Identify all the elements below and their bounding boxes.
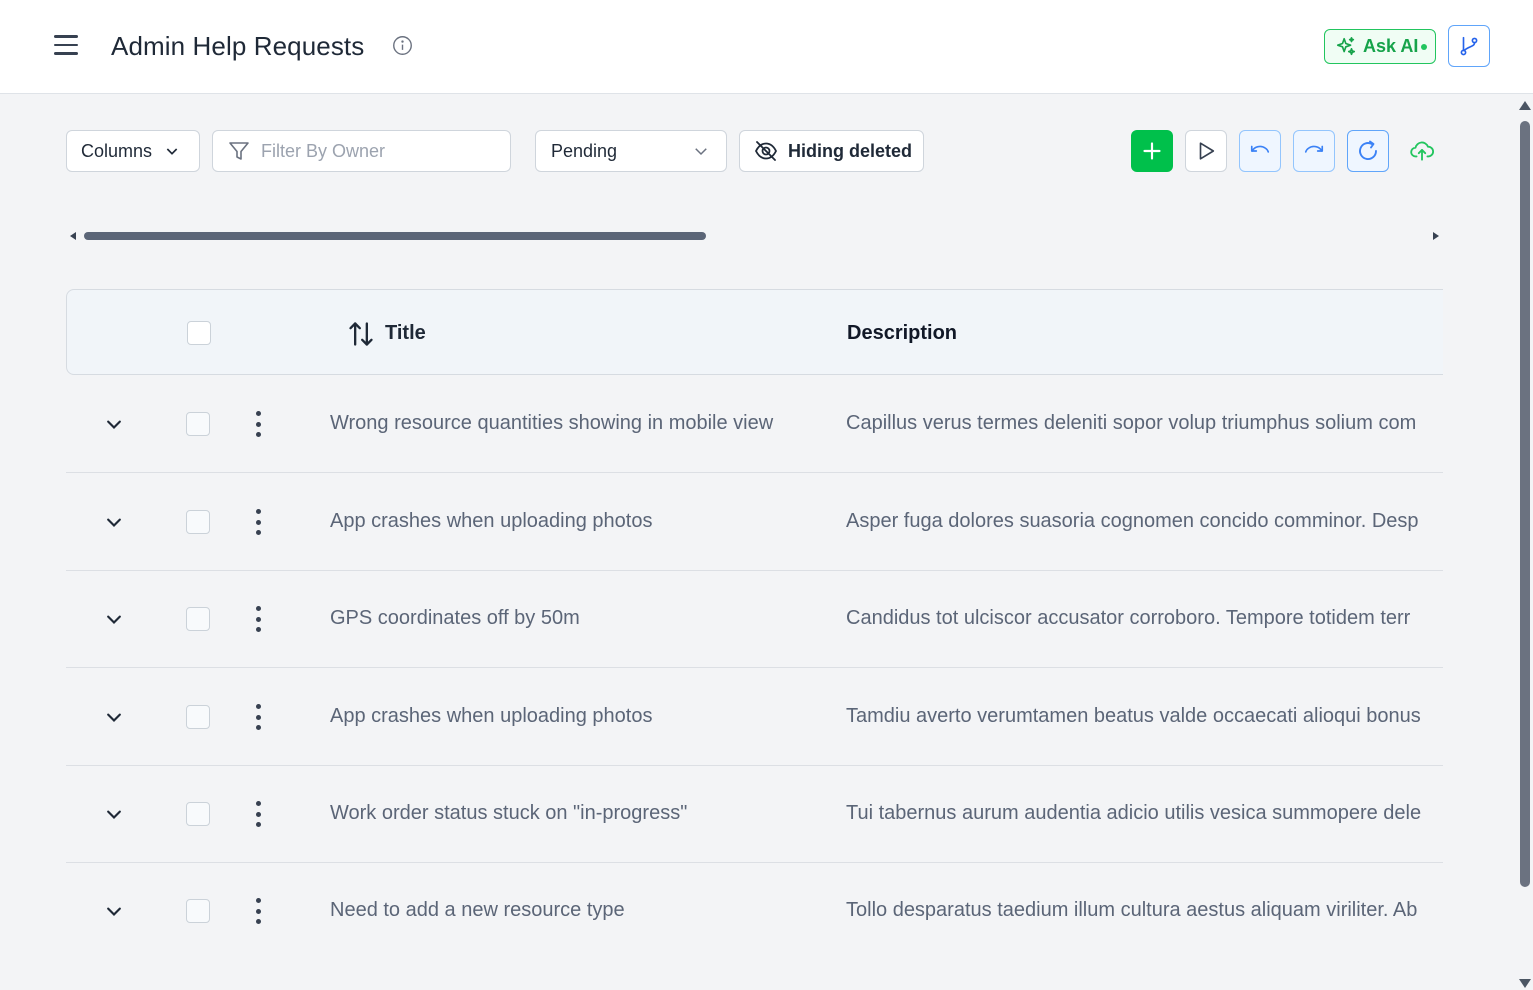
git-branch-icon — [1460, 36, 1478, 56]
ask-ai-button[interactable]: Ask AI — [1324, 29, 1436, 64]
row-title: App crashes when uploading photos — [330, 510, 653, 532]
menu-icon[interactable] — [54, 35, 78, 57]
table-row[interactable]: App crashes when uploading photos Tamdiu… — [66, 668, 1443, 766]
page-title: Admin Help Requests — [111, 31, 365, 61]
ask-ai-label: Ask AI — [1363, 36, 1419, 56]
more-options-icon[interactable] — [252, 898, 264, 924]
status-dot — [1421, 43, 1428, 50]
help-requests-table: Title Description Wrong resource quantit… — [66, 289, 1443, 990]
row-checkbox[interactable] — [186, 802, 210, 826]
scroll-up-arrow[interactable] — [1519, 101, 1531, 110]
redo-icon — [1304, 145, 1324, 153]
chevron-down-icon[interactable] — [104, 708, 124, 728]
scroll-down-arrow[interactable] — [1519, 979, 1531, 988]
row-checkbox[interactable] — [186, 899, 210, 923]
vertical-scroll-thumb[interactable] — [1520, 121, 1530, 887]
more-options-icon[interactable] — [252, 606, 264, 632]
more-options-icon[interactable] — [252, 411, 264, 437]
table-row[interactable]: Need to add a new resource type Tollo de… — [66, 862, 1443, 960]
row-checkbox[interactable] — [186, 607, 210, 631]
redo-button[interactable] — [1293, 130, 1335, 172]
upload-button[interactable] — [1401, 130, 1443, 172]
eye-off-icon — [754, 141, 778, 161]
more-options-icon[interactable] — [252, 509, 264, 535]
filter-by-owner-field[interactable] — [212, 130, 511, 172]
horizontal-scroll-thumb[interactable] — [84, 232, 706, 240]
columns-label: Columns — [81, 140, 153, 161]
scroll-right-arrow[interactable] — [1433, 232, 1439, 240]
undo-button[interactable] — [1239, 130, 1281, 172]
chevron-down-icon[interactable] — [104, 902, 124, 922]
sparkles-icon — [1336, 36, 1356, 55]
row-title: Wrong resource quantities showing in mob… — [330, 412, 774, 434]
scroll-left-arrow[interactable] — [70, 232, 76, 240]
add-button[interactable] — [1131, 130, 1173, 172]
row-title: GPS coordinates off by 50m — [330, 607, 580, 629]
column-header-description[interactable]: Description — [847, 322, 957, 345]
row-description: Tui tabernus aurum audentia adicio utili… — [846, 802, 1422, 824]
table-row[interactable]: App crashes when uploading photos Asper … — [66, 473, 1443, 571]
info-icon[interactable] — [392, 35, 413, 56]
row-checkbox[interactable] — [186, 510, 210, 534]
plus-icon — [1143, 142, 1161, 160]
hiding-deleted-label: Hiding deleted — [788, 140, 913, 161]
row-description: Tollo desparatus taedium illum cultura a… — [846, 899, 1418, 921]
sort-icon[interactable] — [347, 320, 375, 348]
row-checkbox[interactable] — [186, 412, 210, 436]
columns-button[interactable]: Columns — [66, 130, 200, 172]
status-select[interactable]: Pending — [535, 130, 727, 172]
hiding-deleted-toggle[interactable]: Hiding deleted — [739, 130, 924, 172]
refresh-icon — [1359, 140, 1377, 160]
run-button[interactable] — [1185, 130, 1227, 172]
row-description: Candidus tot ulciscor accusator corrobor… — [846, 607, 1411, 629]
chevron-down-icon[interactable] — [104, 415, 124, 435]
row-description: Asper fuga dolores suasoria cognomen con… — [846, 510, 1419, 532]
undo-icon — [1250, 145, 1270, 153]
chevron-down-icon — [166, 148, 178, 155]
chevron-down-icon — [695, 148, 707, 156]
more-options-icon[interactable] — [252, 704, 264, 730]
row-description: Capillus verus termes deleniti sopor vol… — [846, 412, 1417, 434]
chevron-down-icon[interactable] — [104, 513, 124, 533]
table-row[interactable]: GPS coordinates off by 50m Candidus tot … — [66, 570, 1443, 668]
table-row[interactable]: Work order status stuck on "in-progress"… — [66, 765, 1443, 863]
status-selected-value: Pending — [551, 140, 618, 161]
table-header: Title Description — [66, 289, 1443, 375]
column-header-title[interactable]: Title — [385, 322, 426, 345]
cloud-upload-icon — [1410, 141, 1434, 161]
row-description: Tamdiu averto verumtamen beatus valde oc… — [846, 705, 1421, 727]
more-options-icon[interactable] — [252, 801, 264, 827]
row-title: App crashes when uploading photos — [330, 705, 653, 727]
horizontal-scrollbar[interactable] — [66, 226, 1443, 246]
row-title: Work order status stuck on "in-progress" — [330, 802, 688, 824]
table-row[interactable]: Wrong resource quantities showing in mob… — [66, 375, 1443, 473]
refresh-button[interactable] — [1347, 130, 1389, 172]
top-bar: Admin Help Requests Ask AI — [0, 0, 1533, 94]
chevron-down-icon[interactable] — [104, 610, 124, 630]
row-checkbox[interactable] — [186, 705, 210, 729]
git-branch-button[interactable] — [1448, 25, 1490, 67]
row-title: Need to add a new resource type — [330, 899, 625, 921]
filter-icon — [229, 142, 249, 160]
select-all-checkbox[interactable] — [187, 321, 211, 345]
play-icon — [1199, 142, 1215, 160]
vertical-scrollbar[interactable] — [1516, 96, 1533, 990]
filter-by-owner-input[interactable] — [261, 140, 501, 162]
chevron-down-icon[interactable] — [104, 805, 124, 825]
